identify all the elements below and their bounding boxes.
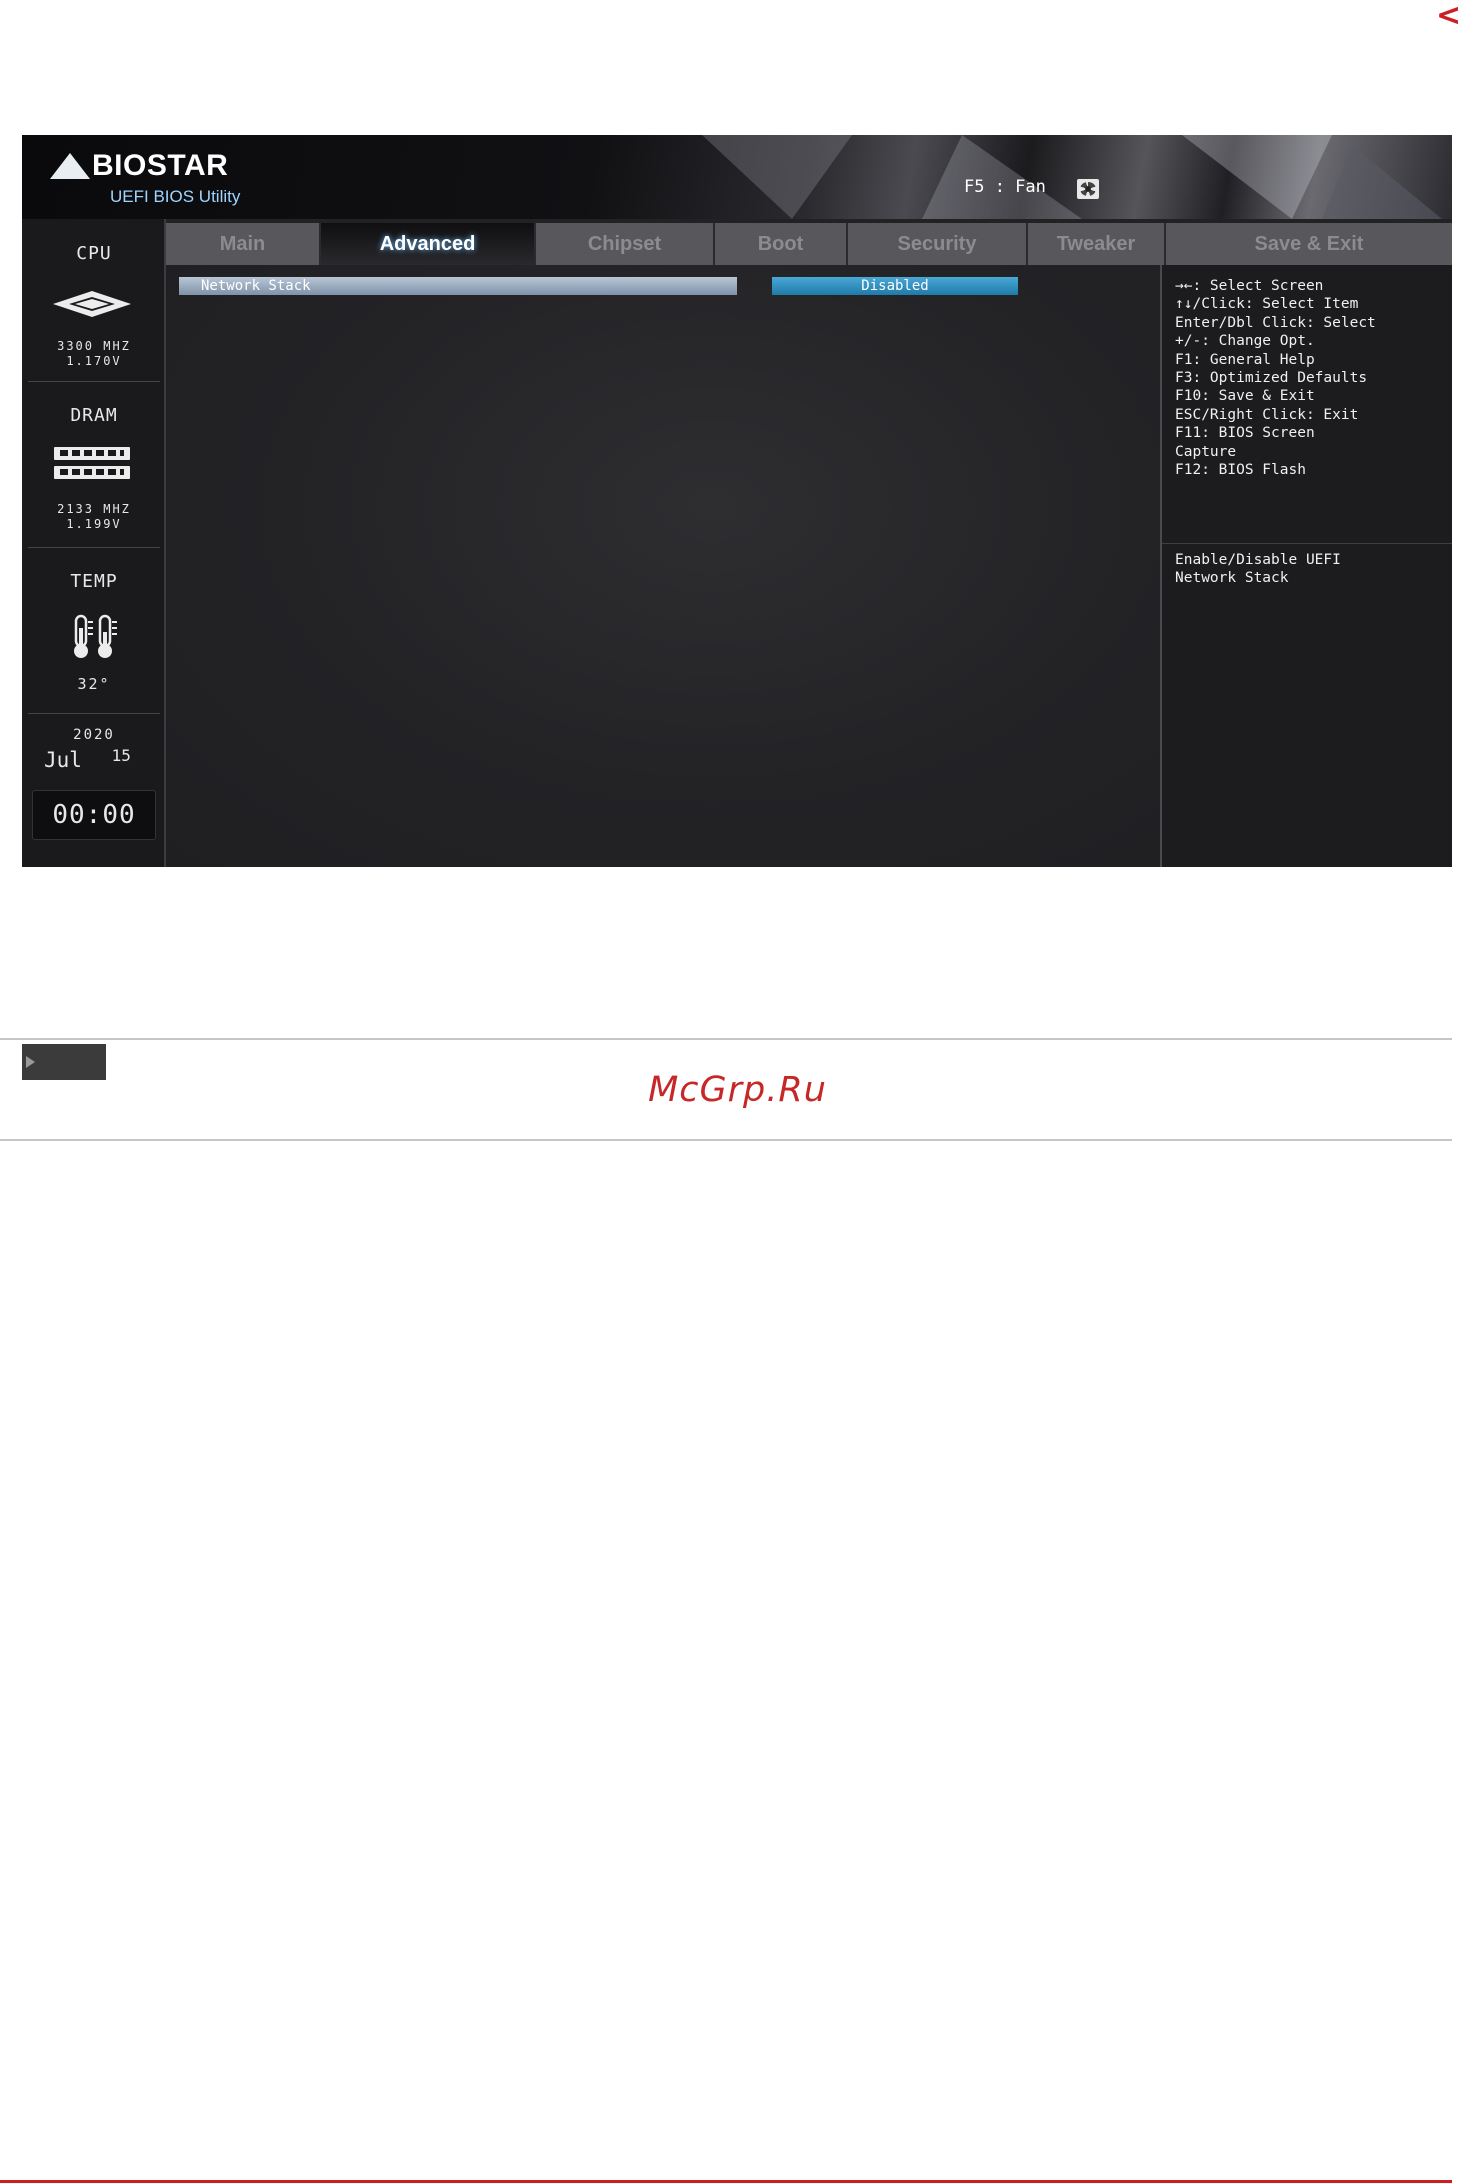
sidebar-divider — [28, 713, 160, 714]
header-decoration — [702, 135, 852, 219]
status-sidebar: CPU 3300 MHZ 1.170V DRAM 2133 MHZ 1.199V… — [22, 219, 166, 867]
cpu-title: CPU — [76, 243, 112, 264]
temp-section: TEMP — [28, 571, 160, 592]
cpu-frequency: 3300 MHZ — [57, 339, 131, 353]
logo-triangle-icon — [50, 153, 90, 179]
bios-header: BIOSTAR UEFI BIOS Utility F5 : Fan — [22, 135, 1452, 219]
system-clock: 00:00 — [32, 790, 156, 840]
note-rule-top — [0, 1038, 1452, 1040]
sidebar-divider — [28, 547, 160, 548]
cpu-voltage: 1.170V — [66, 354, 122, 368]
temp-value: 32° — [77, 675, 111, 693]
tab-save-exit[interactable]: Save & Exit — [1166, 223, 1452, 265]
settings-panel: Network Stack Disabled — [166, 265, 1160, 867]
watermark-text: McGrp.Ru — [648, 1070, 827, 1110]
date-month-day: Jul 15 — [28, 746, 160, 772]
cpu-section: CPU — [28, 243, 160, 264]
page-bottom-rule — [0, 2180, 1452, 2183]
dram-title: DRAM — [70, 405, 118, 426]
hotkey-legend: →←: Select Screen ↑↓/Click: Select Item … — [1175, 278, 1376, 479]
date-year: 2020 — [73, 727, 115, 743]
sidebar-divider — [28, 381, 160, 382]
cpu-readout: 3300 MHZ 1.170V — [28, 339, 160, 369]
temp-title: TEMP — [70, 571, 118, 592]
tab-tweaker[interactable]: Tweaker — [1028, 223, 1166, 265]
help-divider — [1162, 543, 1452, 544]
note-rule-bottom — [0, 1139, 1452, 1141]
thermometer-icon — [74, 614, 117, 658]
tab-main[interactable]: Main — [166, 223, 321, 265]
item-description: Enable/Disable UEFI Network Stack — [1175, 552, 1341, 587]
bios-subtitle: UEFI BIOS Utility — [110, 187, 241, 206]
memory-icon — [54, 447, 130, 481]
date-day: 15 — [111, 746, 131, 765]
brand-name: BIOSTAR — [92, 149, 229, 182]
tab-bar: Main Advanced Chipset Boot Security Twea… — [166, 223, 1452, 265]
cpu-chip-icon — [53, 291, 131, 317]
nav-arrow-icon[interactable]: < — [1436, 0, 1461, 33]
tab-chipset[interactable]: Chipset — [536, 223, 715, 265]
tab-boot[interactable]: Boot — [715, 223, 848, 265]
header-decoration — [1322, 145, 1442, 219]
setting-label-network-stack[interactable]: Network Stack — [179, 277, 737, 295]
dram-voltage: 1.199V — [66, 517, 122, 531]
tab-advanced[interactable]: Advanced — [321, 223, 536, 265]
bios-screen: BIOSTAR UEFI BIOS Utility F5 : Fan CPU 3… — [22, 135, 1452, 867]
setting-value-network-stack[interactable]: Disabled — [772, 277, 1018, 295]
header-decoration — [1182, 135, 1332, 219]
fan-icon[interactable] — [1077, 179, 1099, 199]
dram-readout: 2133 MHZ 1.199V — [28, 502, 160, 532]
tab-security[interactable]: Security — [848, 223, 1028, 265]
dram-frequency: 2133 MHZ — [57, 502, 131, 516]
date-section: 2020 — [28, 728, 160, 743]
temp-readout: 32° — [28, 677, 160, 692]
help-panel: →←: Select Screen ↑↓/Click: Select Item … — [1160, 265, 1452, 867]
fan-hotkey-hint[interactable]: F5 : Fan — [964, 177, 1046, 197]
date-month: Jul — [44, 748, 82, 772]
dram-section: DRAM — [28, 405, 160, 426]
